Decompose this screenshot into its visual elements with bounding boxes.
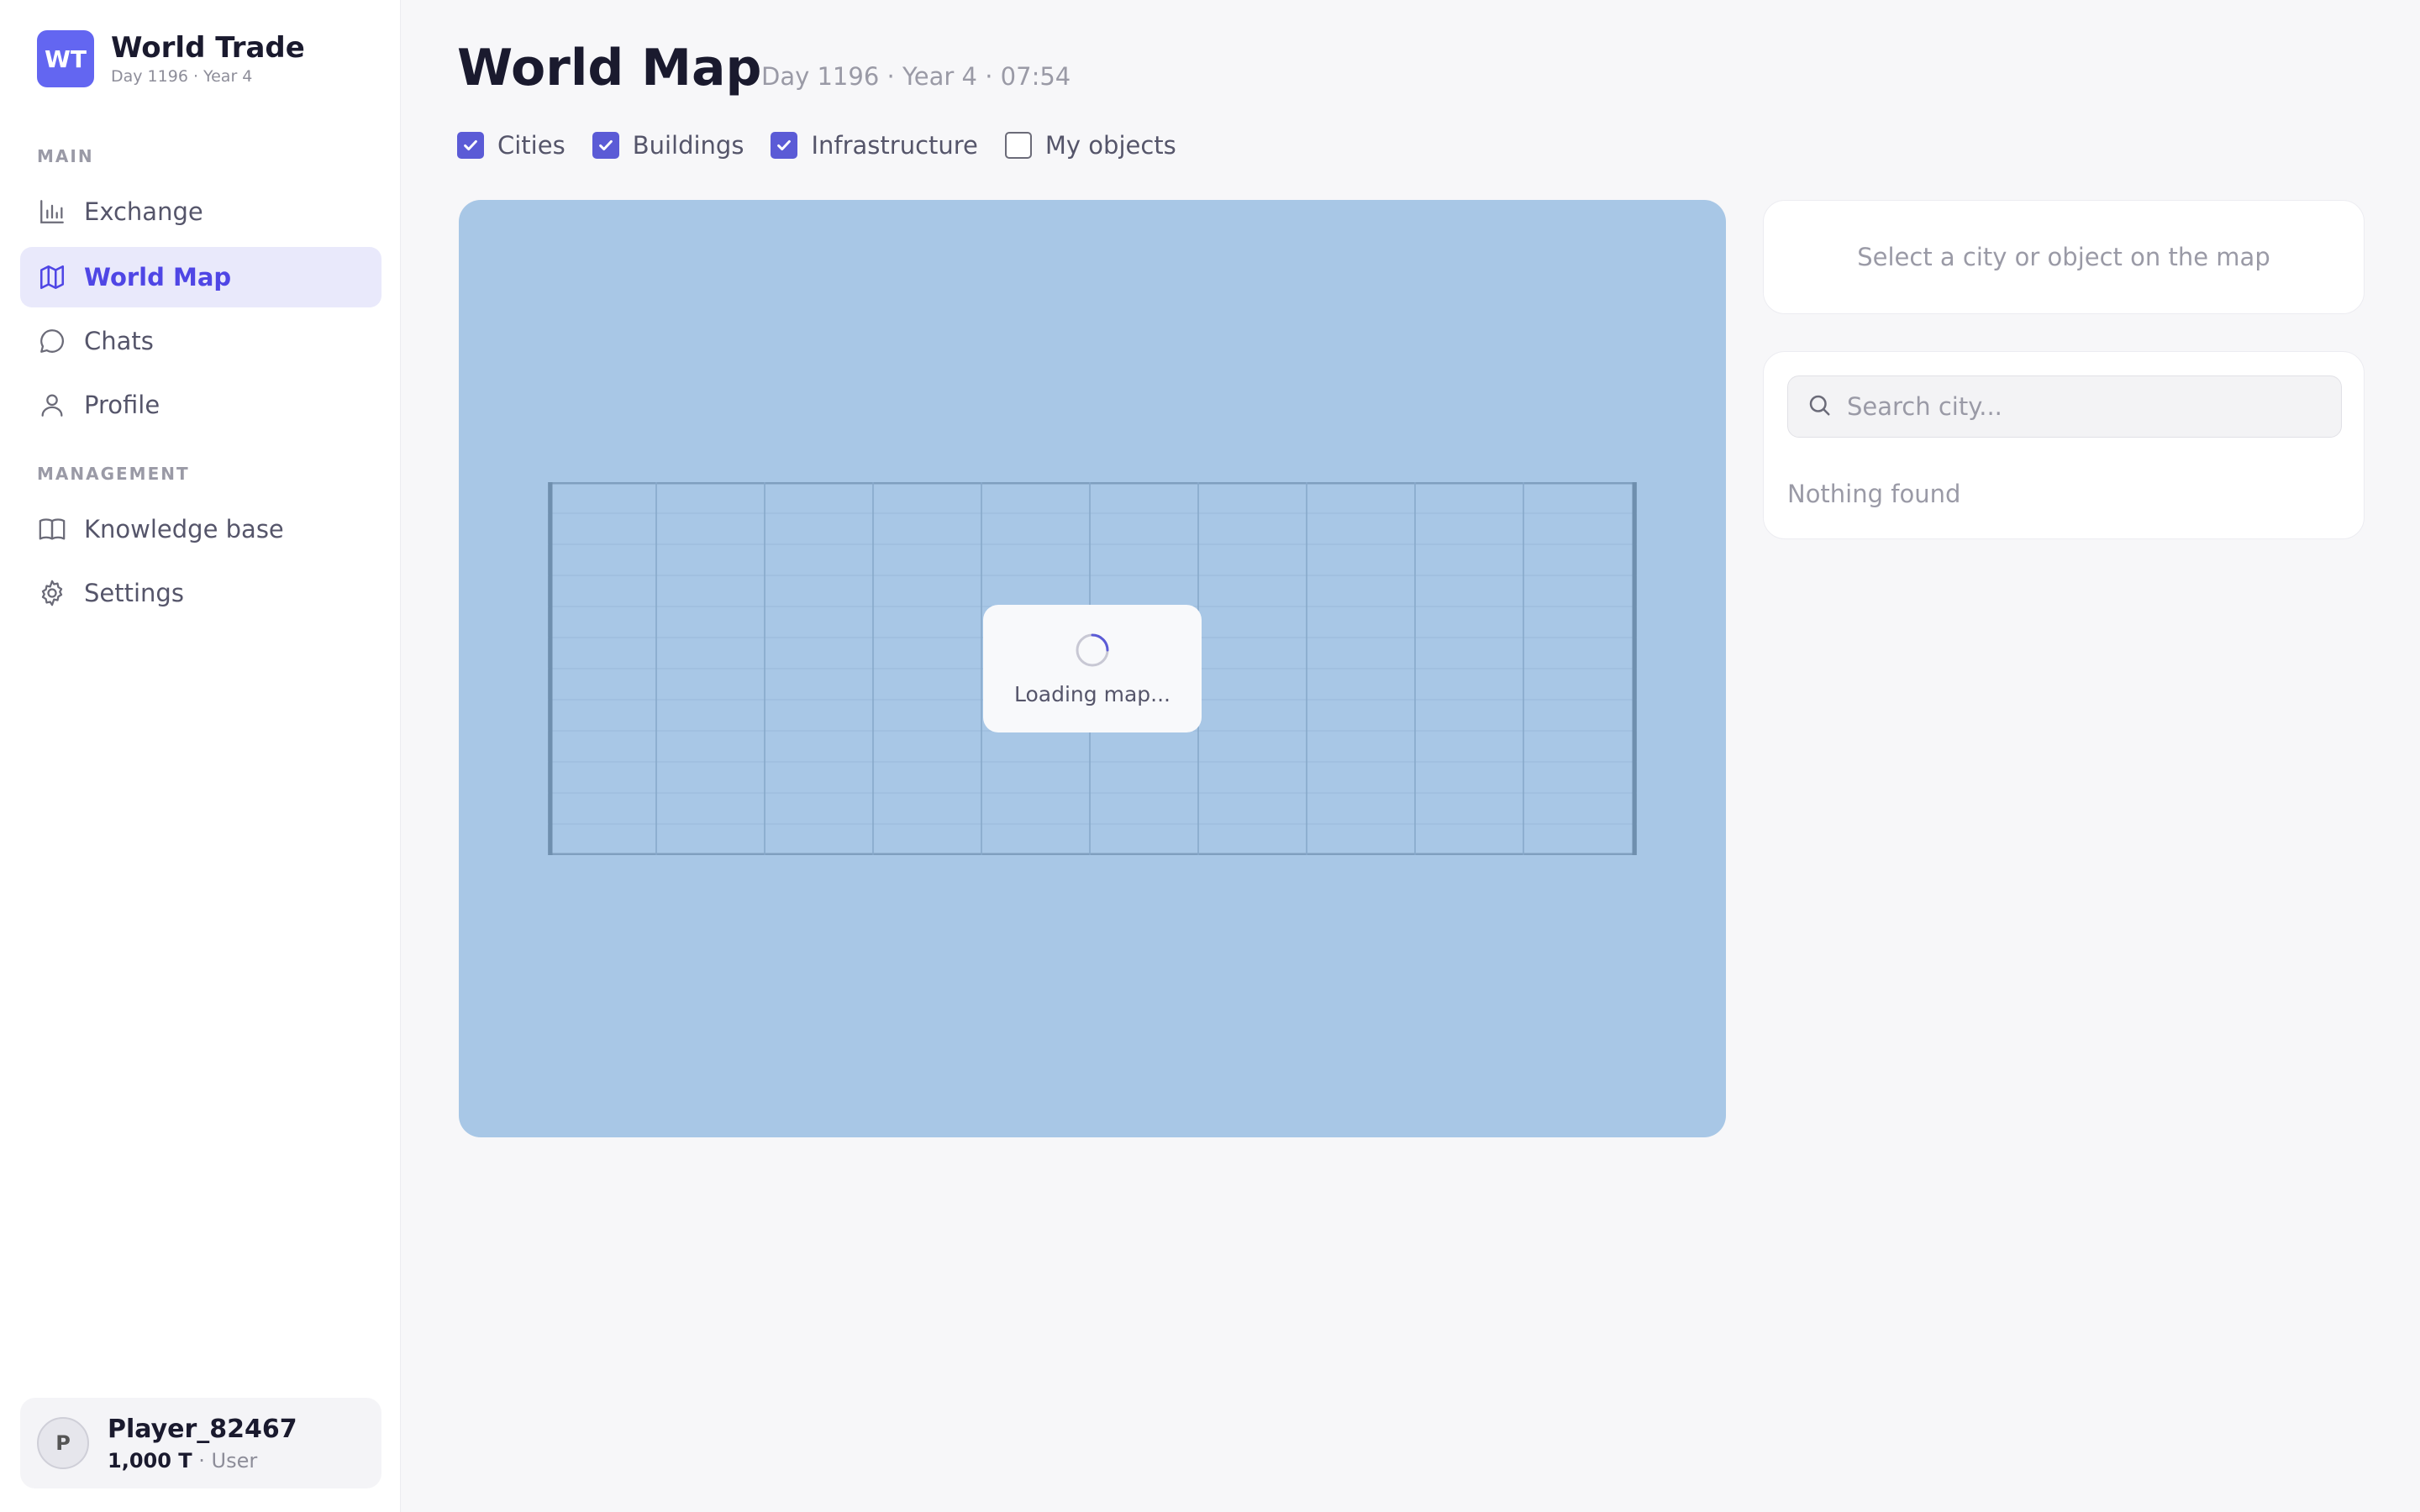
filter-label: Buildings — [632, 131, 744, 160]
user-icon — [37, 390, 67, 420]
map-layer-filters: Cities Buildings Infrastructure My objec… — [457, 131, 1203, 160]
filter-infrastructure[interactable]: Infrastructure — [771, 131, 978, 160]
book-icon — [37, 514, 67, 544]
user-name: Player_82467 — [108, 1414, 297, 1444]
filter-buildings[interactable]: Buildings — [592, 131, 744, 160]
filter-label: Infrastructure — [811, 131, 978, 160]
section-label-main: MAIN — [37, 146, 94, 166]
filter-label: My objects — [1044, 131, 1176, 160]
checkbox-unchecked[interactable] — [1004, 132, 1032, 159]
world-map-canvas[interactable]: Loading map... — [459, 200, 1726, 1137]
search-box[interactable] — [1787, 375, 2342, 438]
loading-text: Loading map... — [1014, 681, 1171, 706]
chat-bubble-icon — [37, 326, 67, 356]
sidebar-item-profile[interactable]: Profile — [20, 375, 381, 435]
sidebar-item-label: World Map — [84, 263, 232, 291]
map-icon — [37, 262, 67, 292]
sidebar-item-label: Settings — [84, 579, 184, 607]
sidebar-item-label: Exchange — [84, 197, 203, 226]
checkbox-checked[interactable] — [457, 132, 484, 159]
sidebar-item-world-map[interactable]: World Map — [20, 247, 381, 307]
page-subtitle: Day 1196 · Year 4 · 07:54 — [761, 62, 1071, 91]
sidebar-item-chats[interactable]: Chats — [20, 311, 381, 371]
brand-logo: WT — [37, 30, 94, 87]
sidebar-item-label: Chats — [84, 327, 154, 355]
sidebar-item-label: Profile — [84, 391, 160, 419]
user-card[interactable]: P Player_82467 1,000 T · User — [20, 1398, 381, 1488]
search-empty-state: Nothing found — [1787, 480, 1961, 508]
sidebar-item-settings[interactable]: Settings — [20, 563, 381, 623]
sidebar: WT World Trade Day 1196 · Year 4 MAIN Ex… — [0, 0, 401, 1512]
filter-my-objects[interactable]: My objects — [1004, 131, 1176, 160]
user-meta: 1,000 T · User — [108, 1449, 297, 1473]
filter-cities[interactable]: Cities — [457, 131, 566, 160]
selection-details-panel: Select a city or object on the map — [1763, 200, 2365, 314]
section-label-management: MANAGEMENT — [37, 464, 190, 484]
search-input[interactable] — [1845, 391, 2319, 422]
brand-title: World Trade — [111, 31, 305, 65]
checkbox-checked[interactable] — [592, 132, 619, 159]
sidebar-item-knowledge-base[interactable]: Knowledge base — [20, 499, 381, 559]
sidebar-item-label: Knowledge base — [84, 515, 284, 543]
bar-chart-icon — [37, 197, 67, 227]
user-role: · User — [198, 1448, 258, 1473]
spinner-icon — [1074, 632, 1111, 672]
map-loading-indicator: Loading map... — [983, 605, 1202, 732]
user-balance: 1,000 T — [108, 1448, 192, 1473]
filter-label: Cities — [497, 131, 566, 160]
city-search-panel: Nothing found — [1763, 351, 2365, 539]
selection-hint: Select a city or object on the map — [1857, 243, 2270, 271]
avatar: P — [37, 1417, 89, 1469]
sidebar-item-exchange[interactable]: Exchange — [20, 181, 381, 242]
brand-subtitle: Day 1196 · Year 4 — [111, 67, 253, 86]
page-title: World Map — [457, 39, 762, 97]
brand[interactable]: WT World Trade Day 1196 · Year 4 — [37, 30, 305, 87]
gear-icon — [37, 578, 67, 608]
checkbox-checked[interactable] — [771, 132, 798, 159]
search-icon — [1807, 392, 1832, 421]
